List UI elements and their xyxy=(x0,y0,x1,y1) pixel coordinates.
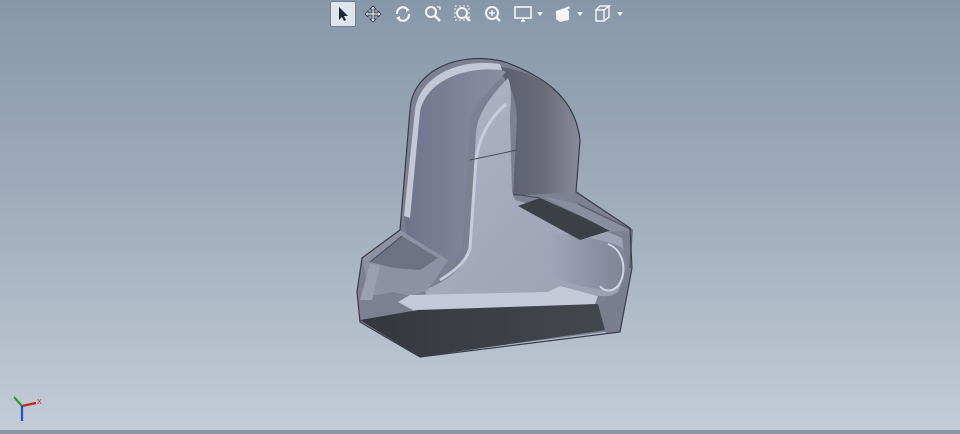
select-arrow-icon xyxy=(339,7,348,21)
display-style-button[interactable] xyxy=(510,1,536,27)
pan-button[interactable] xyxy=(360,1,386,27)
zoom-to-area-button[interactable] xyxy=(450,1,476,27)
zoom-in-out-button[interactable] xyxy=(480,1,506,27)
view-orientation-button[interactable] xyxy=(590,1,616,27)
part-model[interactable] xyxy=(0,0,960,430)
y-axis-line xyxy=(13,396,23,407)
heads-up-view-toolbar xyxy=(330,1,630,27)
chevron-down-icon xyxy=(577,12,583,16)
display-style-dropdown[interactable] xyxy=(536,1,544,27)
appearance-icon xyxy=(556,6,570,22)
chevron-down-icon xyxy=(537,12,543,16)
zoom-in-out-icon xyxy=(485,6,501,22)
axis-triad-icon: X xyxy=(13,396,42,421)
zoom-to-fit-icon xyxy=(425,6,441,22)
reference-triad: X xyxy=(8,392,42,424)
display-style-icon xyxy=(514,6,532,22)
rotate-button[interactable] xyxy=(390,1,416,27)
x-axis-line xyxy=(21,401,37,408)
part-body xyxy=(356,58,633,358)
rotate-icon xyxy=(395,6,411,22)
chevron-down-icon xyxy=(617,12,623,16)
graphics-viewport[interactable] xyxy=(0,0,960,430)
select-tool-button[interactable] xyxy=(330,1,356,27)
zoom-to-fit-button[interactable] xyxy=(420,1,446,27)
pan-icon xyxy=(364,5,382,23)
x-axis-label: X xyxy=(37,398,42,406)
view-orientation-icon xyxy=(595,5,612,22)
appearance-button[interactable] xyxy=(550,1,576,27)
zoom-to-area-icon xyxy=(454,5,471,22)
appearance-dropdown[interactable] xyxy=(576,1,584,27)
view-orientation-dropdown[interactable] xyxy=(616,1,624,27)
